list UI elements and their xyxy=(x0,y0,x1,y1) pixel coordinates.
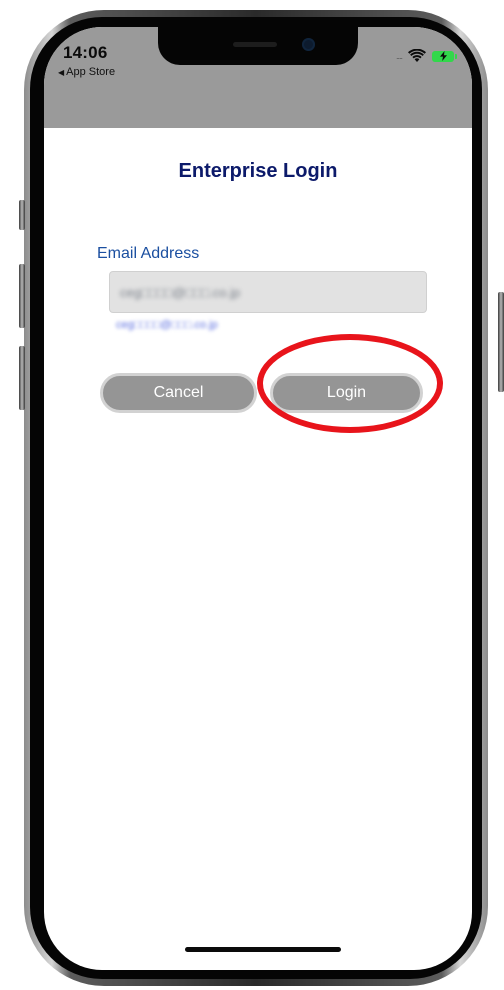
power-button xyxy=(498,292,504,392)
volume-up-button xyxy=(19,264,25,328)
email-suggestion[interactable]: ceg□□□□@□□□.co.jp xyxy=(116,319,218,331)
back-triangle-icon: ◀ xyxy=(58,67,65,77)
email-field[interactable]: ceg□□□□@□□□.co.jp xyxy=(109,271,427,313)
signal-dots: .... xyxy=(395,51,403,61)
page-title: Enterprise Login xyxy=(178,160,338,182)
home-indicator xyxy=(185,947,341,952)
volume-down-button xyxy=(19,346,25,410)
status-time: 14:06 xyxy=(63,43,108,62)
cancel-button[interactable]: Cancel xyxy=(100,373,257,413)
back-to-app-store-link[interactable]: ◀ App Store xyxy=(58,66,115,78)
wifi-icon xyxy=(408,49,426,62)
silent-switch xyxy=(19,200,25,230)
speaker-grille xyxy=(233,42,277,47)
back-label: App Store xyxy=(66,66,116,78)
phone-notch xyxy=(158,27,358,65)
phone-screen: 14:06 ◀ App Store .... Enterprise Login … xyxy=(44,27,472,970)
email-value: ceg□□□□@□□□.co.jp xyxy=(120,284,241,300)
battery-charging-icon xyxy=(432,50,457,62)
email-label: Email Address xyxy=(97,245,200,262)
login-highlight-annotation xyxy=(257,334,443,433)
front-camera xyxy=(302,38,315,51)
status-icons: .... xyxy=(395,49,457,63)
